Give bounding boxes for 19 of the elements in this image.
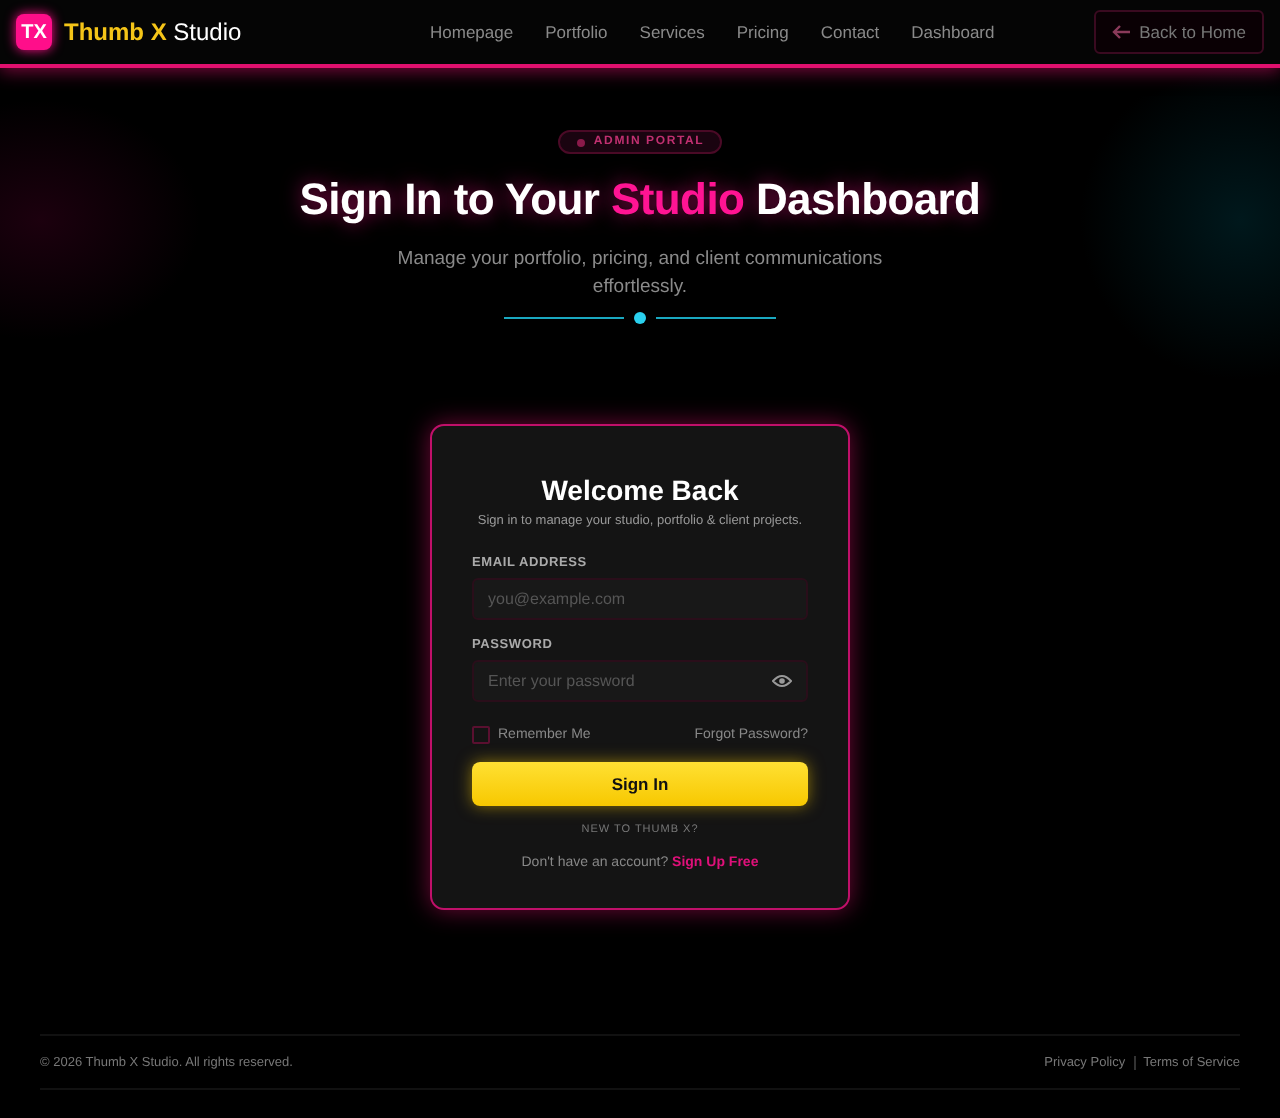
page-subtitle: Manage your portfolio, pricing, and client communications effortlessly. — [395, 246, 885, 302]
nav-link[interactable]: Contact — [820, 22, 880, 42]
email-field[interactable]: you@example.com — [472, 578, 808, 620]
password-field[interactable]: Enter your password — [472, 660, 808, 702]
logo-badge[interactable]: TX — [16, 14, 52, 50]
nav-link[interactable]: Portfolio — [545, 22, 608, 42]
sign-in-button[interactable]: Sign In — [472, 762, 808, 806]
nav-link[interactable]: Services — [639, 22, 705, 42]
eye-icon[interactable] — [772, 674, 792, 688]
nav-link[interactable]: Dashboard — [911, 22, 995, 42]
card-title: Welcome Back — [539, 474, 741, 506]
dot-icon — [575, 137, 586, 147]
nav-link[interactable]: Pricing — [736, 22, 789, 42]
nav-link[interactable]: Homepage — [430, 22, 514, 42]
page-title: Sign In to Your Studio Dashboard — [299, 174, 981, 226]
back-to-home-button[interactable]: Back to Home — [1093, 10, 1264, 54]
left-arrow-icon — [1111, 24, 1132, 40]
brand-name[interactable]: Thumb X Studio — [64, 18, 242, 46]
remember-checkbox[interactable] — [472, 726, 490, 744]
